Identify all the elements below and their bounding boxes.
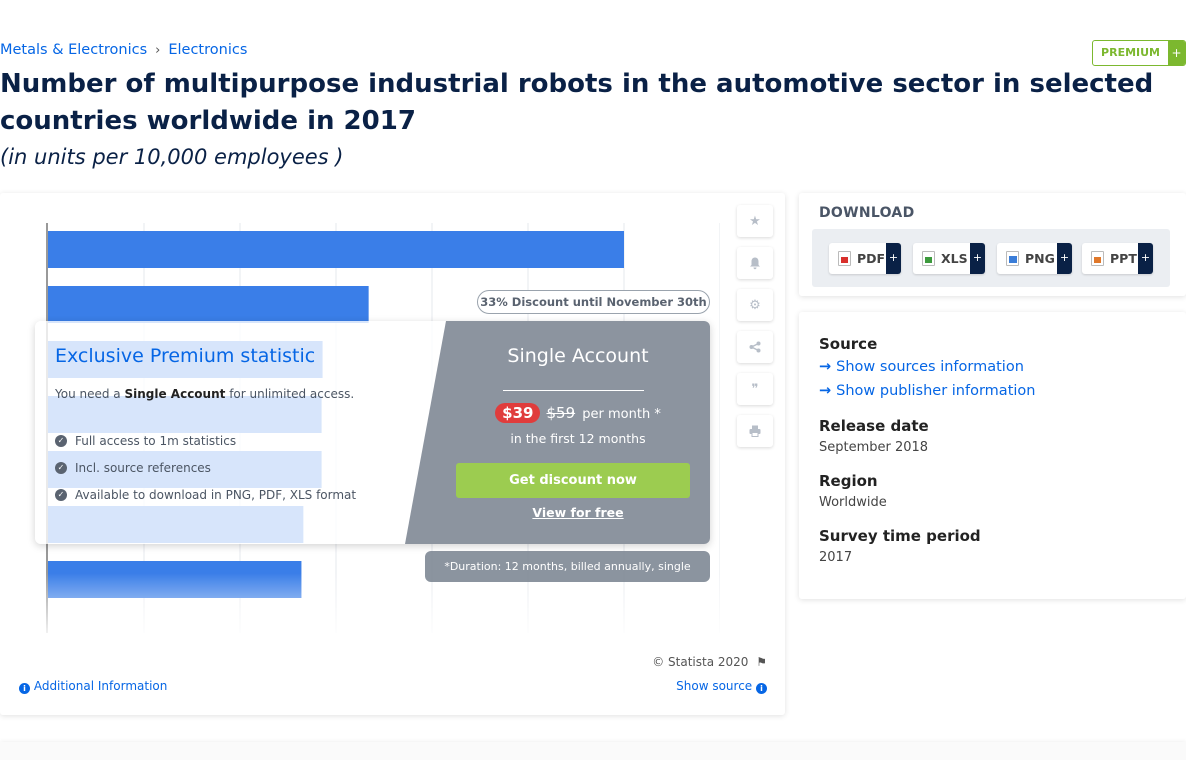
bar[interactable] xyxy=(48,231,624,268)
additional-information-label: Additional Information xyxy=(33,679,168,693)
premium-paywall: Exclusive Premium statistic You need a S… xyxy=(35,321,710,544)
single-account-title: Single Account xyxy=(507,345,649,367)
price-note: in the first 12 months xyxy=(510,431,646,446)
paywall-price: $39 $59 per month * xyxy=(446,403,710,423)
feature-item: ✓ Incl. source references xyxy=(55,454,356,481)
ppt-label: PPT xyxy=(1110,251,1137,266)
bar[interactable] xyxy=(48,286,369,323)
release-date-label: Release date xyxy=(819,417,929,435)
plus-icon: + xyxy=(886,243,901,274)
paywall-need-account: Single Account xyxy=(124,387,226,401)
print-icon[interactable] xyxy=(737,415,773,447)
png-label: PNG xyxy=(1025,251,1055,266)
xls-file-icon xyxy=(922,251,935,266)
show-sources-link[interactable]: → Show sources information xyxy=(819,359,1024,375)
premium-badge[interactable]: PREMIUM + xyxy=(1092,40,1186,66)
arrow-right-icon: → xyxy=(819,383,832,399)
download-pdf-button[interactable]: PDF + xyxy=(829,243,901,274)
price-new: $39 xyxy=(495,403,541,423)
bottom-strip xyxy=(0,742,1186,760)
breadcrumb-metals-electronics[interactable]: Metals & Electronics xyxy=(0,42,147,58)
check-icon: ✓ xyxy=(55,488,67,501)
chart-card: ★ ⚙ ❞ 33% Discount until November 30th E… xyxy=(0,193,785,715)
survey-period-label: Survey time period xyxy=(819,527,981,545)
pdf-file-icon xyxy=(838,251,851,266)
xls-label: XLS xyxy=(941,251,968,266)
download-ppt-button[interactable]: PPT + xyxy=(1082,243,1153,274)
download-xls-button[interactable]: XLS + xyxy=(913,243,985,274)
premium-plus-icon: + xyxy=(1168,41,1185,65)
show-publisher-link[interactable]: → Show publisher information xyxy=(819,383,1035,399)
paywall-features: ✓ Full access to 1m statistics ✓ Incl. sou… xyxy=(55,427,356,508)
flag-icon[interactable]: ⚑ xyxy=(756,655,767,669)
plus-icon: + xyxy=(1138,243,1153,274)
paywall-need-text: You need a Single Account for unlimited … xyxy=(55,387,355,401)
page-subtitle: (in units per 10,000 employees ) xyxy=(0,145,344,169)
show-source-link[interactable]: Show source i xyxy=(676,679,767,694)
duration-note: *Duration: 12 months, billed annually, s… xyxy=(425,551,710,604)
view-for-free-link[interactable]: View for free xyxy=(446,505,710,520)
check-icon: ✓ xyxy=(55,461,67,474)
breadcrumb: Metals & Electronics › Electronics xyxy=(0,42,247,58)
paywall-divider xyxy=(503,390,644,391)
bell-icon[interactable] xyxy=(737,247,773,279)
png-file-icon xyxy=(1006,251,1019,266)
meta-card: Source → Show sources information → Show p… xyxy=(799,312,1186,599)
download-card: DOWNLOAD PDF + XLS + PNG + PPT + xyxy=(799,193,1186,296)
download-buttons: PDF + XLS + PNG + PPT + xyxy=(812,229,1170,287)
additional-information-link[interactable]: i Additional Information xyxy=(19,679,167,694)
chart-toolbar: ★ ⚙ ❞ xyxy=(737,205,773,457)
show-source-label: Show source xyxy=(676,679,753,693)
release-date-value: September 2018 xyxy=(819,440,929,455)
star-icon[interactable]: ★ xyxy=(737,205,773,237)
download-title: DOWNLOAD xyxy=(819,205,915,221)
chart-fade xyxy=(0,573,720,643)
copyright-text: © Statista 2020 xyxy=(652,655,749,669)
ppt-file-icon xyxy=(1091,251,1104,266)
quote-icon[interactable]: ❞ xyxy=(737,373,773,405)
check-icon: ✓ xyxy=(55,434,67,447)
arrow-right-icon: → xyxy=(819,359,832,375)
feature-item: ✓ Full access to 1m statistics xyxy=(55,427,356,454)
copyright[interactable]: © Statista 2020 ⚑ xyxy=(652,655,767,669)
discount-pill: 33% Discount until November 30th xyxy=(477,290,710,314)
page-title: Number of multipurpose industrial robots… xyxy=(0,69,1154,136)
plus-icon: + xyxy=(1057,243,1072,274)
feature-item: ✓ Available to download in PNG, PDF, XLS … xyxy=(55,481,356,508)
share-icon[interactable] xyxy=(737,331,773,363)
price-period: per month * xyxy=(582,407,661,422)
paywall-heading: Exclusive Premium statistic xyxy=(55,345,316,367)
premium-label: PREMIUM xyxy=(1101,46,1160,59)
plus-icon: + xyxy=(970,243,985,274)
region-label: Region xyxy=(819,472,878,490)
info-icon: i xyxy=(19,683,30,694)
source-label: Source xyxy=(819,335,878,353)
info-icon: i xyxy=(756,683,767,694)
download-png-button[interactable]: PNG + xyxy=(997,243,1072,274)
region-value: Worldwide xyxy=(819,495,887,510)
breadcrumb-electronics[interactable]: Electronics xyxy=(168,42,247,58)
pdf-label: PDF xyxy=(857,251,886,266)
gear-icon[interactable]: ⚙ xyxy=(737,289,773,321)
price-old: $59 xyxy=(546,404,576,422)
survey-period-value: 2017 xyxy=(819,550,853,565)
get-discount-button[interactable]: Get discount now xyxy=(456,463,690,498)
breadcrumb-separator: › xyxy=(155,42,161,58)
